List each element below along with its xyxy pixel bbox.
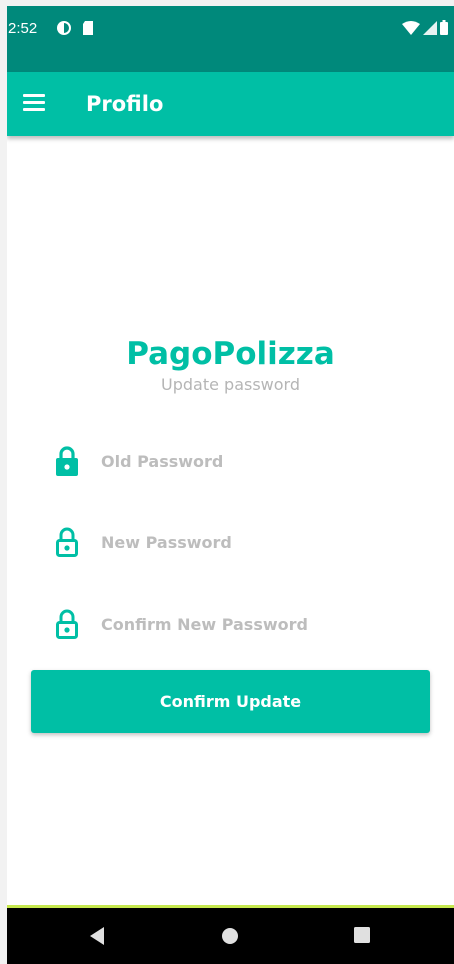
new-password-field	[54, 524, 424, 560]
home-icon[interactable]	[220, 926, 240, 951]
wifi-icon	[402, 20, 420, 40]
back-icon[interactable]	[88, 926, 106, 951]
status-time: 2:52	[8, 20, 38, 37]
recents-icon[interactable]	[353, 926, 371, 949]
lock-outline-icon	[54, 526, 80, 558]
lock-outline-icon	[54, 608, 80, 640]
lock-filled-icon	[54, 445, 80, 477]
app-bar: Profilo	[7, 72, 454, 136]
sd-card-icon	[82, 20, 94, 41]
old-password-input[interactable]	[99, 450, 403, 472]
form-subtitle: Update password	[161, 375, 300, 394]
notification-icon	[56, 20, 72, 41]
confirm-update-button[interactable]: Confirm Update	[31, 670, 430, 733]
system-nav-bar	[7, 908, 454, 964]
confirm-password-field	[54, 606, 424, 642]
menu-icon[interactable]	[23, 94, 45, 112]
new-password-input[interactable]	[99, 531, 403, 553]
status-bar: 2:52	[7, 6, 454, 72]
page-title: Profilo	[86, 92, 164, 116]
signal-icon	[423, 20, 437, 40]
old-password-field	[54, 443, 424, 479]
battery-icon	[440, 20, 448, 40]
brand-title: PagoPolizza	[126, 336, 335, 372]
device-screen: 2:52 Profilo PagoPolizza Update password…	[7, 6, 454, 964]
confirm-password-input[interactable]	[99, 613, 403, 635]
